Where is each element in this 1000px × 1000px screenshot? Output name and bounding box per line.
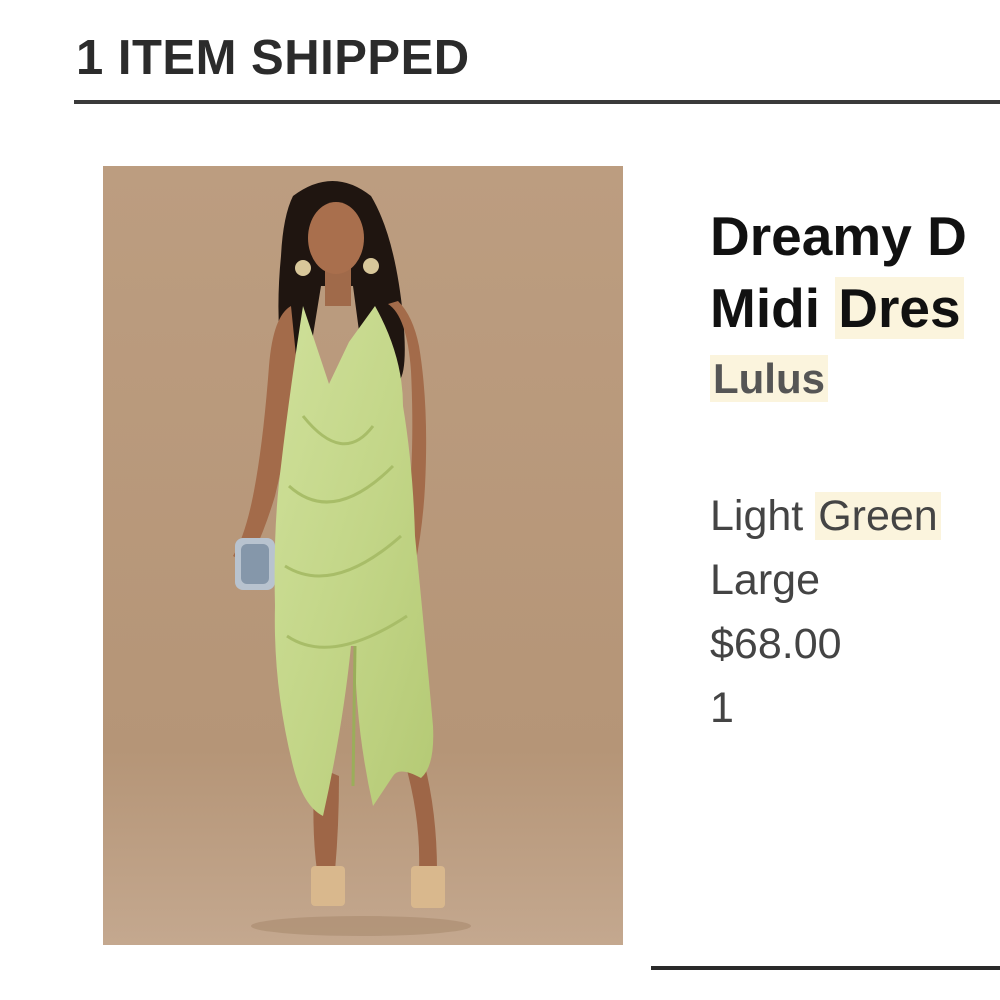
product-name-line-1: Dreamy D xyxy=(710,200,967,272)
item-details: Light Green Large $68.00 1 xyxy=(710,484,941,740)
item-color-highlighted-text: Green xyxy=(815,492,941,540)
product-name[interactable]: Dreamy D Midi Dres xyxy=(710,200,967,344)
item-price: $68.00 xyxy=(710,620,842,668)
item-color-text: Light xyxy=(710,492,804,540)
item-color: Light Green xyxy=(710,484,941,548)
shipped-items-heading: 1 ITEM SHIPPED xyxy=(76,31,470,85)
product-name-highlighted-text: Dres xyxy=(835,277,964,339)
dress-photo-illustration xyxy=(103,166,623,945)
heading-divider xyxy=(74,100,1000,104)
product-name-text: Dreamy D xyxy=(710,205,967,267)
brand-highlighted-text: Lulus xyxy=(710,355,828,402)
product-name-text: Midi xyxy=(710,277,820,339)
order-shipment-page: 1 ITEM SHIPPED Dreamy D Midi Dres Lulus … xyxy=(0,0,1000,1000)
item-size: Large xyxy=(710,556,820,604)
bottom-divider xyxy=(651,966,1000,970)
product-name-line-2: Midi Dres xyxy=(710,272,967,344)
product-image[interactable] xyxy=(103,166,623,945)
item-quantity: 1 xyxy=(710,684,734,732)
brand-name: Lulus xyxy=(710,355,828,403)
